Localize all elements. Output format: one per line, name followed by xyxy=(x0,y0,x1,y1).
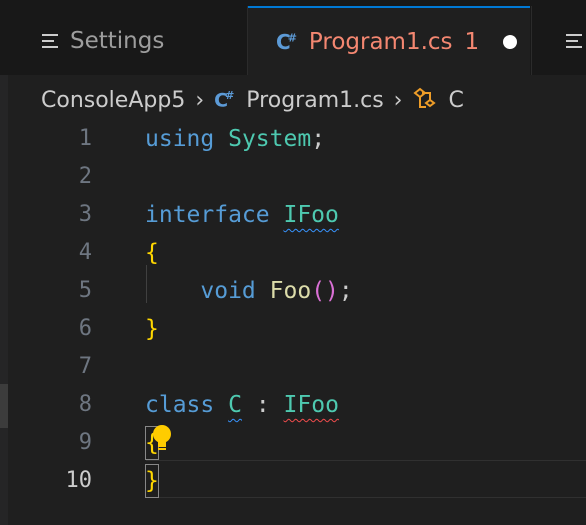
breadcrumb-file[interactable]: Program1.cs xyxy=(246,88,383,113)
line-number: 7 xyxy=(78,354,92,379)
code-text: class C : IFoo xyxy=(145,392,339,418)
line-number: 5 xyxy=(78,278,92,303)
code-line[interactable]: 3 interface IFoo xyxy=(8,196,586,234)
line-number: 9 xyxy=(78,430,92,455)
code-line[interactable]: 4 { xyxy=(8,234,586,272)
warning-squiggle: C xyxy=(228,392,242,418)
tab-settings-label: Settings xyxy=(70,27,165,54)
settings-lines-icon xyxy=(42,33,58,48)
code-line[interactable]: 10 } xyxy=(8,462,586,500)
chevron-right-icon: › xyxy=(195,87,205,113)
code-text: using System; xyxy=(145,126,326,152)
tab-program1-label: Program1.cs xyxy=(308,28,453,55)
csharp-file-icon: C# xyxy=(276,29,297,54)
line-number: 3 xyxy=(78,202,92,227)
line-number: 1 xyxy=(78,126,92,151)
line-number: 8 xyxy=(78,392,92,417)
settings-lines-icon xyxy=(566,33,582,48)
line-number: 2 xyxy=(78,164,92,189)
tab-bar: Settings C# Program1.cs 1 xyxy=(0,0,586,75)
unsaved-dot-icon[interactable] xyxy=(503,34,518,49)
error-squiggle: IFoo xyxy=(283,392,339,418)
line-number: 6 xyxy=(78,316,92,341)
code-line[interactable]: 7 xyxy=(8,348,586,386)
lightbulb-icon[interactable] xyxy=(149,423,175,453)
code-line[interactable]: 5 void Foo(); xyxy=(8,272,586,310)
breadcrumb-symbol[interactable]: C xyxy=(448,88,463,113)
code-text: { xyxy=(145,240,159,266)
problem-count-badge: 1 xyxy=(464,28,480,55)
class-symbol-icon xyxy=(413,87,437,108)
tab-third[interactable] xyxy=(531,6,586,75)
code-line[interactable]: 1 using System; xyxy=(8,120,586,158)
tab-settings[interactable]: Settings xyxy=(8,6,248,75)
code-line[interactable]: 2 xyxy=(8,158,586,196)
code-text: interface IFoo xyxy=(145,202,339,228)
sash-handle[interactable] xyxy=(0,384,8,428)
line-number-active: 10 xyxy=(65,468,93,493)
chevron-right-icon: › xyxy=(393,87,403,113)
breadcrumb: ConsoleApp5 › C# Program1.cs › C xyxy=(0,75,586,125)
warning-squiggle: IFoo xyxy=(283,202,339,228)
code-text: } xyxy=(145,316,159,342)
code-line[interactable]: 8 class C : IFoo xyxy=(8,386,586,424)
breadcrumb-project[interactable]: ConsoleApp5 xyxy=(41,88,185,113)
code-editor[interactable]: 1 using System; 2 3 interface IFoo 4 { 5… xyxy=(8,120,586,525)
line-number: 4 xyxy=(78,240,92,265)
csharp-file-icon: C# xyxy=(214,88,235,112)
code-line[interactable]: 9 { xyxy=(8,424,586,462)
code-line[interactable]: 6 } xyxy=(8,310,586,348)
code-text: void Foo(); xyxy=(200,278,353,304)
tab-program1-cs[interactable]: C# Program1.cs 1 xyxy=(248,6,530,75)
bracket-match-box xyxy=(145,464,159,498)
